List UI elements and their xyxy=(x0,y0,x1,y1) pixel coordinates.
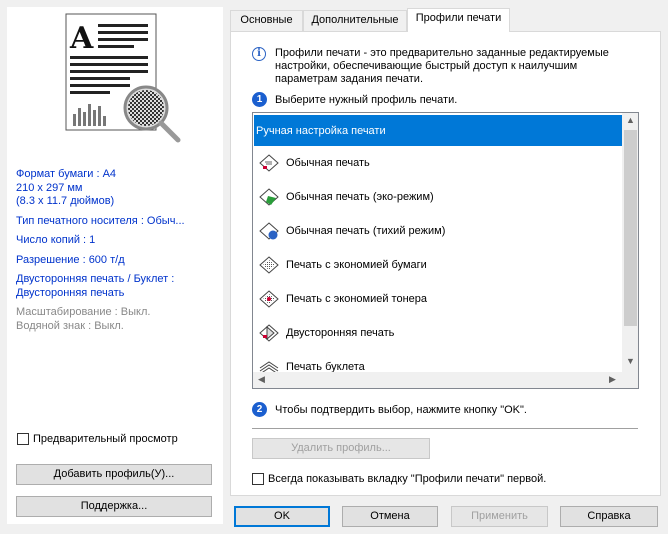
preview-checkbox-box[interactable] xyxy=(17,433,29,445)
always-show-profiles-checkbox-box[interactable] xyxy=(252,473,264,485)
copies-text: Число копий : 1 xyxy=(16,234,96,246)
step-1-badge: 1 xyxy=(252,92,267,107)
paper-dims-in-text: (8.3 x 11.7 дюймов) xyxy=(16,195,115,207)
separator xyxy=(252,428,638,429)
profile-eco-icon xyxy=(259,188,279,206)
preview-checkbox-label: Предварительный просмотр xyxy=(33,433,178,445)
cancel-button[interactable]: Отмена xyxy=(342,506,438,527)
scrollbar-corner xyxy=(622,372,638,388)
info-icon: i xyxy=(252,47,266,61)
always-show-profiles-label: Всегда показывать вкладку "Профили печат… xyxy=(268,473,547,485)
scaling-text: Масштабирование : Выкл. xyxy=(16,306,151,318)
list-horizontal-scrollbar[interactable]: ◀ ▶ xyxy=(253,372,622,388)
scroll-right-icon[interactable]: ▶ xyxy=(604,374,621,385)
list-item-label: Обычная печать (эко-режим) xyxy=(286,191,434,203)
help-button[interactable]: Справка xyxy=(560,506,658,527)
duplex-label-text: Двусторонняя печать / Буклет : xyxy=(16,273,175,285)
list-item-label: Печать с экономией тонера xyxy=(286,293,427,305)
list-vertical-scrollbar[interactable]: ▲ ▼ xyxy=(622,113,638,372)
step-2-text: Чтобы подтвердить выбор, нажмите кнопку … xyxy=(275,404,527,416)
list-item-label: Двусторонняя печать xyxy=(286,327,395,339)
list-item-label: Ручная настройка печати xyxy=(256,124,386,137)
page-preview-icon: A xyxy=(65,13,181,143)
scroll-down-icon[interactable]: ▼ xyxy=(622,356,638,366)
list-item-eco[interactable]: Обычная печать (эко-режим) xyxy=(253,180,622,214)
profile-list[interactable]: Ручная настройка печати Обычная печать О… xyxy=(252,112,639,389)
list-item-normal[interactable]: Обычная печать xyxy=(253,146,622,180)
tab-advanced[interactable]: Дополнительные xyxy=(303,10,407,31)
step-1-text: Выберите нужный профиль печати. xyxy=(275,94,458,106)
list-item-label: Обычная печать (тихий режим) xyxy=(286,225,446,237)
list-item-duplex[interactable]: Двусторонняя печать xyxy=(253,316,622,350)
apply-button[interactable]: Применить xyxy=(451,506,548,527)
profile-quiet-icon xyxy=(259,222,279,240)
profile-save-toner-icon xyxy=(259,290,279,308)
paper-size-text: Формат бумаги : A4 xyxy=(16,168,117,180)
svg-text:A: A xyxy=(69,21,94,56)
list-item-label: Обычная печать xyxy=(286,157,370,169)
list-item-save-paper[interactable]: Печать с экономией бумаги xyxy=(253,248,622,282)
tab-basic[interactable]: Основные xyxy=(230,10,303,31)
step-2-badge: 2 xyxy=(252,402,267,417)
settings-summary: Формат бумаги : A4 210 x 297 мм (8.3 x 1… xyxy=(16,168,216,333)
profile-normal-icon xyxy=(259,154,279,172)
scroll-left-icon[interactable]: ◀ xyxy=(253,374,270,385)
tab-print-profiles[interactable]: Профили печати xyxy=(407,8,510,32)
add-profile-button[interactable]: Добавить профиль(У)... xyxy=(16,464,212,485)
profiles-description: Профили печати - это предварительно зада… xyxy=(275,47,609,85)
list-item-save-toner[interactable]: Печать с экономией тонера xyxy=(253,282,622,316)
preview-checkbox[interactable]: Предварительный просмотр xyxy=(17,433,178,445)
delete-profile-button[interactable]: Удалить профиль... xyxy=(252,438,430,459)
list-item-quiet[interactable]: Обычная печать (тихий режим) xyxy=(253,214,622,248)
scroll-thumb[interactable] xyxy=(624,130,637,326)
watermark-text: Водяной знак : Выкл. xyxy=(16,319,124,332)
scroll-up-icon[interactable]: ▲ xyxy=(622,115,638,125)
media-type-text: Тип печатного носителя : Обыч... xyxy=(16,214,185,227)
ok-button[interactable]: OK xyxy=(234,506,330,527)
paper-dims-mm-text: 210 x 297 мм xyxy=(16,181,83,194)
duplex-value-text: Двусторонняя печать xyxy=(16,286,125,299)
resolution-text: Разрешение : 600 т/д xyxy=(16,253,125,266)
always-show-profiles-checkbox[interactable]: Всегда показывать вкладку "Профили печат… xyxy=(252,473,546,485)
list-item-label: Печать с экономией бумаги xyxy=(286,259,427,271)
profile-save-paper-icon xyxy=(259,256,279,274)
profile-duplex-icon xyxy=(259,324,279,342)
list-item-manual[interactable]: Ручная настройка печати xyxy=(254,115,622,146)
support-button[interactable]: Поддержка... xyxy=(16,496,212,517)
